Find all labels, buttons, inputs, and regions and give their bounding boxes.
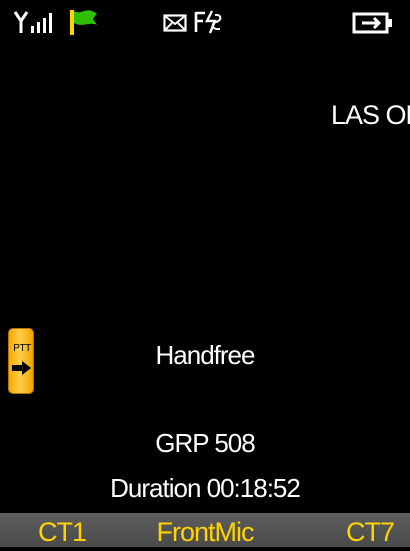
flag-icon <box>70 10 97 35</box>
talkgroup-text: GRP 508 <box>155 428 255 458</box>
call-duration-text: Duration 00:18:52 <box>110 473 301 503</box>
mail-icon <box>163 14 187 32</box>
softkey-right[interactable]: CT7 <box>346 513 395 547</box>
battery-icon <box>352 12 392 34</box>
audio-mode-text: Handfree <box>155 340 256 370</box>
signal-icon <box>14 11 52 33</box>
fs-icon <box>194 10 222 34</box>
softkey-bar: CT1 FrontMic CT7 <box>0 513 410 547</box>
status-bar <box>0 0 410 46</box>
network-name: LAS ON <box>330 100 410 130</box>
